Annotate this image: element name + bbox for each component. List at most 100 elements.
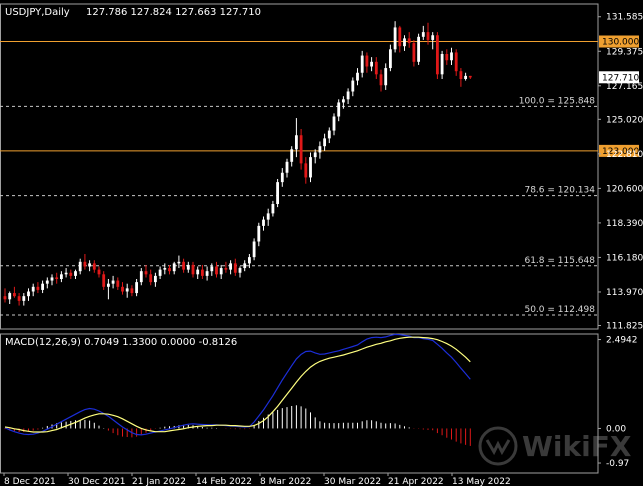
candle-body (450, 52, 453, 61)
price-y-tick-label: 127.165 (606, 82, 643, 92)
candle-body (219, 268, 223, 275)
candle-body (417, 36, 421, 62)
candle-body (92, 263, 96, 270)
fib-level-label: 78.6 = 120.134 (524, 186, 595, 196)
candle-body (88, 263, 92, 267)
candle-body (191, 264, 195, 275)
x-tick-label: 30 Mar 2022 (324, 477, 381, 486)
candle-body (97, 269, 101, 275)
candle-body (276, 182, 280, 204)
candle-body (421, 32, 425, 37)
x-tick-label: 8 Dec 2021 (4, 477, 56, 486)
candle-body (17, 296, 21, 301)
candle-body (121, 286, 124, 292)
candle-body (393, 27, 397, 50)
fib-level-label: 61.8 = 115.648 (524, 256, 595, 266)
candle-body (379, 74, 383, 86)
candle-body (125, 288, 129, 292)
candle-body (360, 55, 364, 73)
candle-body (149, 274, 153, 283)
candle-body (210, 266, 214, 272)
candle-body (153, 275, 157, 283)
candle-body (280, 172, 284, 183)
candle-body (266, 213, 270, 220)
candle-body (59, 274, 63, 279)
candle-body (31, 286, 35, 292)
candle-body (299, 135, 303, 164)
macd-y-tick-label: 2.4942 (606, 336, 638, 346)
candle-body (327, 130, 331, 139)
candle-body (388, 49, 392, 69)
candle-body (309, 157, 312, 178)
price-y-tick-label: 125.020 (606, 115, 643, 125)
x-tick-label: 30 Dec 2021 (68, 477, 126, 486)
candle-body (332, 116, 336, 131)
candle-body (186, 264, 190, 270)
candle-body (337, 102, 341, 117)
x-tick-label: 13 May 2022 (452, 477, 511, 486)
symbol-timeframe: USDJPY,Daily (5, 7, 70, 18)
candle-body (224, 268, 228, 270)
macd-header: MACD(12,26,9) 0.7049 1.3300 0.0000 -0.81… (5, 337, 237, 348)
candle-body (403, 38, 406, 47)
candle-body (116, 280, 120, 287)
macd-y-tick-label: -0.97 (606, 459, 629, 469)
candle-body (271, 204, 275, 214)
candle-body (83, 261, 87, 267)
candle-body (304, 163, 308, 178)
candle (252, 238, 256, 261)
candle-body (205, 271, 209, 276)
candle-body (3, 296, 7, 300)
candle-body (356, 72, 359, 81)
candle-body (346, 91, 350, 100)
candle-body (177, 261, 181, 264)
candle-body (182, 261, 186, 270)
candle-body (341, 99, 345, 103)
candle-body (323, 138, 327, 147)
candle-body (412, 43, 416, 62)
price-y-tick-label: 116.180 (606, 253, 643, 263)
candle-body (172, 263, 176, 272)
candle-body (130, 288, 134, 294)
candle-body (464, 75, 468, 79)
price-y-tick-label: 129.375 (606, 47, 643, 57)
candle-body (135, 282, 139, 294)
fib-level-label: 50.0 = 112.498 (524, 305, 595, 315)
candle-body (440, 54, 444, 75)
candle (417, 33, 421, 65)
candle-body (262, 219, 265, 226)
x-tick-label: 21 Jan 2022 (132, 477, 186, 486)
candle-body (12, 293, 16, 297)
candle-body (41, 283, 45, 290)
candle-body (45, 280, 49, 284)
candle-body (454, 52, 458, 72)
candle-body (238, 268, 242, 273)
candle-body (111, 280, 115, 284)
candle-body (374, 61, 378, 75)
candle-body (106, 283, 110, 287)
price-y-tick-label: 113.970 (606, 288, 643, 298)
candle-body (445, 54, 449, 61)
candle-body (426, 32, 430, 40)
candle-body (8, 293, 12, 300)
candle-body (69, 272, 73, 276)
candle-body (247, 257, 251, 264)
candle-body (102, 274, 106, 287)
candle-body (158, 269, 162, 276)
price-y-tick-label: 120.600 (606, 184, 643, 194)
candle-body (468, 75, 472, 78)
candle-body (365, 55, 369, 67)
candle-body (370, 61, 374, 67)
ohlc-values: 127.786 127.824 127.663 127.710 (86, 7, 261, 18)
fib-level-label: 100.0 = 125.848 (519, 96, 596, 106)
candle-body (139, 271, 143, 283)
x-tick-label: 14 Feb 2022 (196, 477, 252, 486)
candle (435, 32, 439, 79)
price-y-tick-label: 111.825 (606, 321, 643, 331)
x-tick-label: 8 Mar 2022 (260, 477, 311, 486)
candle-body (252, 241, 256, 258)
candle-body (144, 271, 148, 275)
price-y-tick-label: 122.810 (606, 150, 643, 160)
candle-body (64, 272, 68, 275)
candle-body (163, 268, 167, 270)
